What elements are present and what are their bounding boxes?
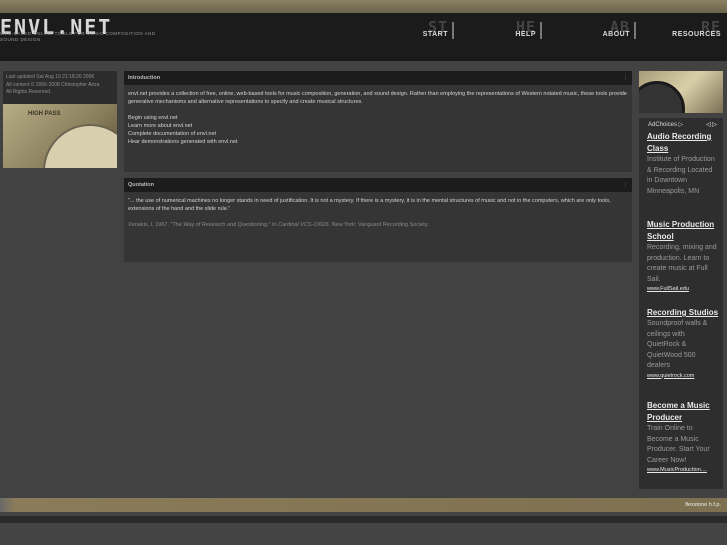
panel-body: "... the use of numerical machines no lo… (124, 192, 632, 242)
link-demonstrations[interactable]: Hear demonstrations generated with envl.… (128, 138, 628, 146)
nav-help[interactable]: HE HELP (478, 18, 542, 49)
ad-item[interactable]: Recording Studios Soundproof walls & cei… (647, 307, 719, 380)
nav-about[interactable]: AB ABOUT (564, 18, 636, 49)
nav-start-label[interactable]: START (423, 31, 448, 38)
nav-divider (452, 22, 454, 39)
nav-divider (540, 22, 542, 39)
panel-header: Introduction ⋮ (124, 71, 632, 85)
high-pass-image: HIGH PASS (3, 104, 117, 168)
introduction-heading: Introduction (128, 75, 161, 81)
site-tagline: Web-based online tools for music composi… (0, 31, 156, 42)
header: ENVL.NET Web-based online tools for musi… (0, 13, 727, 61)
copyright: All content © 2006-2008 Christopher Ariz… (6, 81, 100, 88)
panel-header: Quotation ⋮ (124, 178, 632, 192)
quote-citation: Xenakis, I. 1967. "The Way of Research a… (128, 221, 628, 229)
nav-divider (634, 22, 636, 39)
ad-desc: Train Online to Become a Music Producer.… (647, 425, 710, 464)
nav-resources-label[interactable]: RESOURCES (672, 31, 721, 38)
footer: flexstone h.f.p. (0, 498, 727, 512)
ad-url[interactable]: www.quietrock.com (647, 372, 719, 380)
left-sidebar: Last updated Sat Aug 19 21:18:26 2006 Al… (3, 71, 117, 168)
nav-start[interactable]: ST START (396, 18, 454, 49)
nav-help-label[interactable]: HELP (515, 31, 536, 38)
bottom-divider (0, 516, 727, 523)
ad-title[interactable]: Become a Music Producer (647, 400, 719, 424)
adchoices-label[interactable]: AdChoices ▷ (648, 121, 683, 128)
right-image (639, 71, 723, 113)
collapse-icon[interactable]: ⋮ (623, 178, 628, 192)
top-bar (0, 0, 727, 13)
ads-sidebar: AdChoices ▷ ◁ ▷ Audio Recording Class In… (639, 118, 723, 489)
nav-about-label[interactable]: ABOUT (603, 31, 630, 38)
ad-item[interactable]: Audio Recording Class Institute of Produ… (647, 131, 719, 197)
ad-title[interactable]: Recording Studios (647, 307, 719, 319)
panel-body: envl.net provides a collection of free, … (124, 85, 632, 151)
ad-title[interactable]: Audio Recording Class (647, 131, 719, 155)
last-updated: Last updated Sat Aug 19 21:18:26 2006 (6, 74, 95, 80)
quotation-heading: Quotation (128, 182, 154, 188)
footer-credit[interactable]: flexstone h.f.p. (685, 502, 721, 508)
ad-item[interactable]: Music Production School Recording, mixin… (647, 219, 719, 293)
ad-url[interactable]: www.MusicProduction.... (647, 466, 719, 474)
ad-desc: Soundproof walls & ceilings with QuietRo… (647, 320, 708, 369)
citation-part: . New York: Vanguard Recording Society. (328, 222, 429, 228)
quote-text: "... the use of numerical machines no lo… (128, 198, 611, 212)
dial-image (639, 81, 685, 113)
rights: All Rights Reserved. (6, 89, 52, 95)
bottom-strip (0, 512, 727, 545)
ad-title[interactable]: Music Production School (647, 219, 719, 243)
ad-desc: Recording, mixing and production. Learn … (647, 244, 717, 283)
update-info: Last updated Sat Aug 19 21:18:26 2006 Al… (3, 71, 117, 100)
nav-resources[interactable]: RE RESOURCES (644, 18, 727, 49)
link-begin[interactable]: Begin using envl.net (128, 114, 628, 122)
ad-nav-arrows[interactable]: ◁ ▷ (706, 121, 717, 128)
introduction-panel: Introduction ⋮ envl.net provides a colle… (124, 71, 632, 172)
dial-image (43, 124, 117, 168)
ad-url[interactable]: www.FullSail.edu (647, 285, 719, 293)
citation-part: Xenakis, I. 1967. "The Way of Research a… (128, 222, 279, 228)
intro-text: envl.net provides a collection of free, … (128, 91, 627, 105)
link-learn-more[interactable]: Learn more about envl.net (128, 122, 628, 130)
ad-item[interactable]: Become a Music Producer Train Online to … (647, 400, 719, 474)
link-documentation[interactable]: Complete documentation of envl.net (128, 130, 628, 138)
ad-desc: Institute of Production & Recording Loca… (647, 156, 715, 195)
high-pass-label: HIGH PASS (28, 111, 61, 117)
collapse-icon[interactable]: ⋮ (623, 71, 628, 85)
citation-title: Cardinal VCS-10026 (278, 222, 329, 228)
quotation-panel: Quotation ⋮ "... the use of numerical ma… (124, 178, 632, 262)
